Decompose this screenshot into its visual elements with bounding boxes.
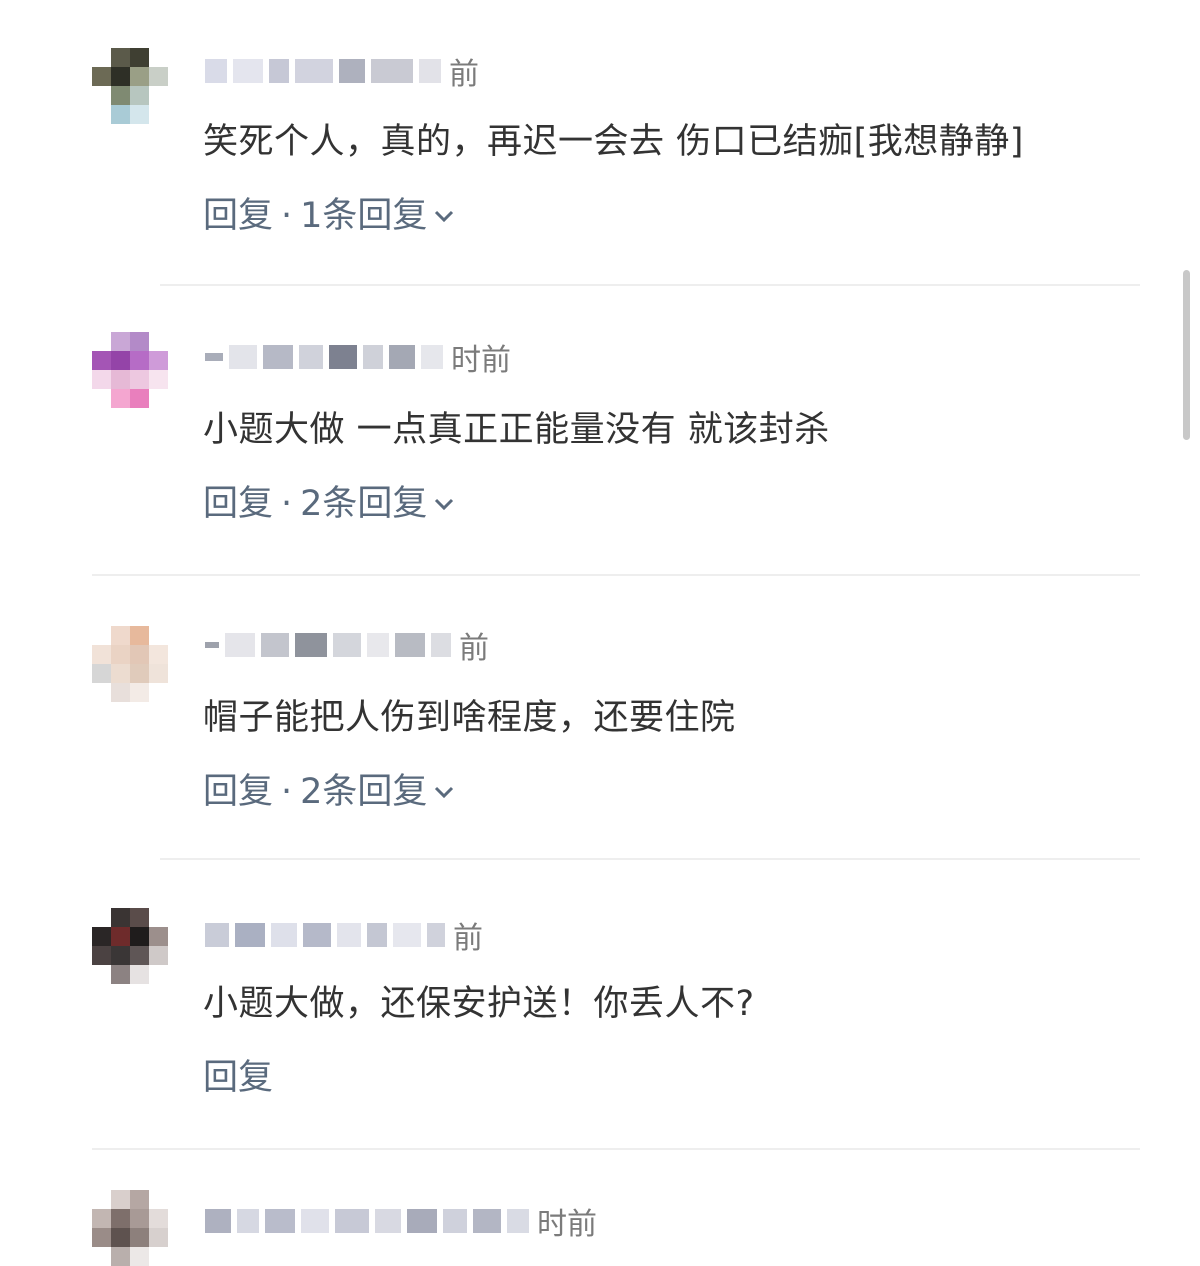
chevron-down-icon[interactable] xyxy=(433,205,455,227)
comment-actions: 回复 xyxy=(203,1056,273,1100)
comment-text: 小题大做，还保安护送！你丢人不? xyxy=(203,984,755,1024)
reply-button[interactable]: 回复 xyxy=(203,1056,273,1100)
view-replies-button[interactable]: 1条回复 xyxy=(300,194,427,238)
comment-text: 帽子能把人伤到啥程度，还要住院 xyxy=(203,698,736,738)
comment-time: 前 xyxy=(449,57,479,92)
scrollbar[interactable] xyxy=(1183,270,1190,440)
separator: · xyxy=(281,196,293,236)
blurred-username xyxy=(205,628,457,662)
comment-time: 前 xyxy=(459,631,489,666)
blurred-username xyxy=(205,918,451,952)
divider xyxy=(92,1148,1140,1150)
blurred-username xyxy=(205,54,447,88)
comment-meta: 时前 xyxy=(205,1204,597,1242)
blurred-username xyxy=(205,340,449,374)
divider xyxy=(92,574,1140,576)
avatar[interactable] xyxy=(92,626,168,702)
separator: · xyxy=(281,772,293,812)
comment-meta: 前 xyxy=(205,918,483,956)
divider xyxy=(160,858,1140,860)
comment-actions: 回复 · 1条回复 xyxy=(203,194,455,238)
comment-text: 笑死个人，真的，再迟一会去 伤口已结痂[我想静静] xyxy=(203,122,1024,162)
comment-actions: 回复 · 2条回复 xyxy=(203,770,455,814)
comment-time: 时前 xyxy=(537,1207,597,1242)
blurred-username xyxy=(205,1204,535,1238)
comment-meta: 前 xyxy=(205,54,479,92)
divider xyxy=(160,284,1140,286)
comment-actions: 回复 · 2条回复 xyxy=(203,482,455,526)
reply-button[interactable]: 回复 xyxy=(203,482,273,526)
comment-text: 小题大做 一点真正正能量没有 就该封杀 xyxy=(203,410,830,450)
avatar[interactable] xyxy=(92,908,168,984)
chevron-down-icon[interactable] xyxy=(433,781,455,803)
comment-meta: 时前 xyxy=(205,340,511,378)
view-replies-button[interactable]: 2条回复 xyxy=(300,482,427,526)
chevron-down-icon[interactable] xyxy=(433,493,455,515)
avatar[interactable] xyxy=(92,1190,168,1266)
avatar[interactable] xyxy=(92,48,168,124)
comment-time: 时前 xyxy=(451,343,511,378)
comment-meta: 前 xyxy=(205,628,489,666)
reply-button[interactable]: 回复 xyxy=(203,770,273,814)
reply-button[interactable]: 回复 xyxy=(203,194,273,238)
separator: · xyxy=(281,484,293,524)
avatar[interactable] xyxy=(92,332,168,408)
view-replies-button[interactable]: 2条回复 xyxy=(300,770,427,814)
comment-time: 前 xyxy=(453,921,483,956)
